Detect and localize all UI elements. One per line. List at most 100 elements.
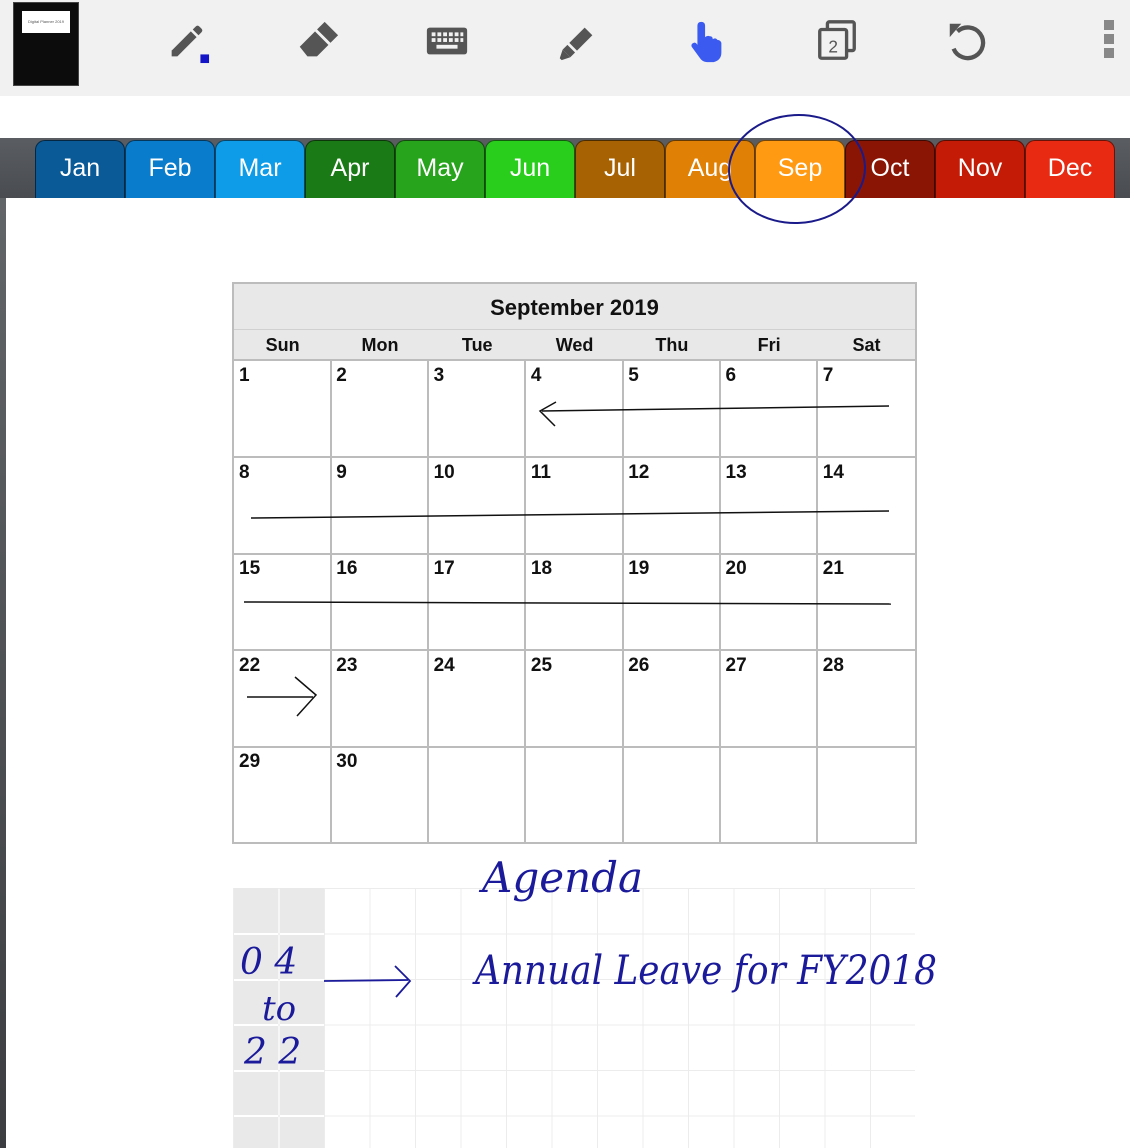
hand-pointer-icon	[691, 21, 722, 63]
day-number: 6	[725, 365, 737, 386]
calendar-day-6[interactable]: 6	[720, 361, 819, 459]
calendar-day-27[interactable]: 27	[720, 650, 819, 748]
notebook-thumbnail[interactable]: Digital Planner 2019	[13, 2, 79, 86]
month-tab-jul[interactable]: Jul	[575, 140, 665, 198]
calendar-day-22[interactable]: 22	[234, 650, 332, 748]
day-number: 29	[239, 751, 261, 773]
calendar-day-24[interactable]: 24	[428, 650, 527, 748]
eraser-tool-button[interactable]	[294, 18, 340, 64]
keyboard-tool-button[interactable]	[424, 18, 470, 64]
calendar-day-7[interactable]: 7	[817, 361, 916, 459]
page-copies-icon: 2	[818, 20, 856, 60]
calendar-day-17[interactable]: 17	[428, 554, 527, 652]
month-tab-jan[interactable]: Jan	[35, 140, 125, 198]
undo-button[interactable]	[944, 18, 990, 64]
weekday-fri: Fri	[757, 335, 781, 355]
day-number: 11	[530, 461, 551, 483]
more-vert-icon	[1104, 20, 1114, 30]
toolbar-spacer	[0, 96, 1130, 138]
calendar-day-2[interactable]: 2	[331, 361, 430, 459]
calendar-day-12[interactable]: 12	[623, 457, 721, 555]
calendar-day-10[interactable]: 10	[428, 457, 527, 555]
calendar-day-19[interactable]: 19	[623, 554, 721, 652]
day-number: 20	[725, 558, 747, 580]
calendar-day-1[interactable]: 1	[234, 361, 332, 459]
calendar-day-29[interactable]: 29	[234, 747, 332, 845]
day-number: 25	[530, 654, 553, 676]
more-options-button[interactable]	[1104, 20, 1116, 62]
day-number: 15	[239, 558, 261, 580]
day-number: 21	[822, 558, 844, 580]
calendar-day-28[interactable]: 28	[817, 651, 916, 748]
day-number: 1	[239, 365, 250, 386]
hand-tool-button[interactable]	[684, 18, 730, 64]
calendar-day-14[interactable]: 14	[817, 458, 916, 555]
day-number: 24	[433, 654, 455, 676]
month-tab-nov[interactable]: Nov	[935, 140, 1025, 198]
day-number: 26	[628, 654, 650, 676]
calendar-day-23[interactable]: 23	[331, 650, 430, 748]
day-number: 8	[239, 461, 250, 483]
day-number: 19	[628, 558, 650, 580]
agenda-grid[interactable]	[233, 888, 915, 1148]
month-tab-mar[interactable]: Mar	[215, 140, 305, 198]
month-tab-jun[interactable]: Jun	[485, 140, 575, 198]
calendar-day-11[interactable]: 11	[525, 457, 624, 555]
page-copies-button[interactable]: 2	[814, 18, 860, 64]
calendar-day-3[interactable]: 3	[428, 361, 527, 459]
month-tab-dec[interactable]: Dec	[1025, 140, 1115, 198]
calendar-empty-cell[interactable]	[721, 747, 819, 845]
month-tab-aug[interactable]: Aug	[665, 140, 755, 198]
month-calendar: September 2019 Sun Mon Tue Wed Thu Fri Sat 123…	[232, 282, 917, 845]
pen-tool-button[interactable]	[164, 18, 210, 64]
highlighter-tool-button[interactable]	[554, 18, 600, 64]
calendar-day-4[interactable]: 4	[525, 361, 624, 459]
agenda-date-column	[234, 888, 278, 1148]
calendar-empty-cell[interactable]	[623, 747, 721, 845]
day-number: 7	[822, 365, 834, 386]
calendar-day-30[interactable]: 30	[331, 747, 430, 845]
agenda-date-column-2	[280, 888, 324, 1148]
keyboard-icon	[426, 27, 468, 55]
month-tab-apr[interactable]: Apr	[305, 140, 395, 198]
notebook-thumbnail-label: Digital Planner 2019	[22, 11, 70, 33]
month-tab-oct[interactable]: Oct	[845, 140, 935, 198]
calendar-day-8[interactable]: 8	[234, 457, 332, 555]
calendar-day-16[interactable]: 16	[331, 554, 430, 652]
day-number: 23	[336, 654, 358, 676]
calendar-title: September 2019	[234, 284, 915, 329]
calendar-empty-cell[interactable]	[818, 747, 916, 844]
calendar-day-13[interactable]: 13	[720, 457, 819, 555]
weekday-thu: Thu	[655, 335, 689, 355]
pen-icon	[171, 25, 210, 64]
calendar-day-25[interactable]: 25	[525, 650, 624, 748]
day-number: 18	[530, 558, 553, 580]
calendar-day-5[interactable]: 5	[623, 361, 721, 459]
month-tab-feb[interactable]: Feb	[125, 140, 215, 198]
calendar-day-9[interactable]: 9	[331, 457, 430, 555]
calendar-empty-cell[interactable]	[429, 747, 527, 845]
weekday-header-row: Sun Mon Tue Wed Thu Fri Sat	[234, 329, 915, 361]
day-number: 13	[725, 461, 747, 483]
day-number: 28	[822, 654, 844, 676]
month-tab-sep[interactable]: Sep	[755, 140, 845, 198]
calendar-day-15[interactable]: 15	[234, 554, 332, 652]
calendar-day-18[interactable]: 18	[525, 554, 624, 652]
weekday-mon: Mon	[361, 335, 399, 355]
calendar-day-26[interactable]: 26	[623, 650, 721, 748]
calendar-day-20[interactable]: 20	[720, 554, 819, 652]
highlighter-icon	[559, 27, 593, 61]
day-number: 27	[725, 654, 747, 676]
top-toolbar: Digital Planner 2019 2	[0, 0, 1130, 96]
weekday-sun: Sun	[265, 335, 300, 355]
day-number: 5	[628, 365, 639, 386]
month-tab-may[interactable]: May	[395, 140, 485, 198]
day-number: 16	[336, 558, 358, 580]
calendar-empty-cell[interactable]	[526, 747, 624, 845]
month-tab-bar: Jan Feb Mar Apr May Jun Jul Aug Sep Oct Nov Dec	[0, 138, 1130, 198]
day-number: 10	[433, 461, 455, 483]
day-number: 17	[433, 558, 455, 580]
day-number: 22	[239, 654, 261, 676]
calendar-day-21[interactable]: 21	[817, 554, 916, 652]
day-number: 30	[336, 751, 358, 773]
